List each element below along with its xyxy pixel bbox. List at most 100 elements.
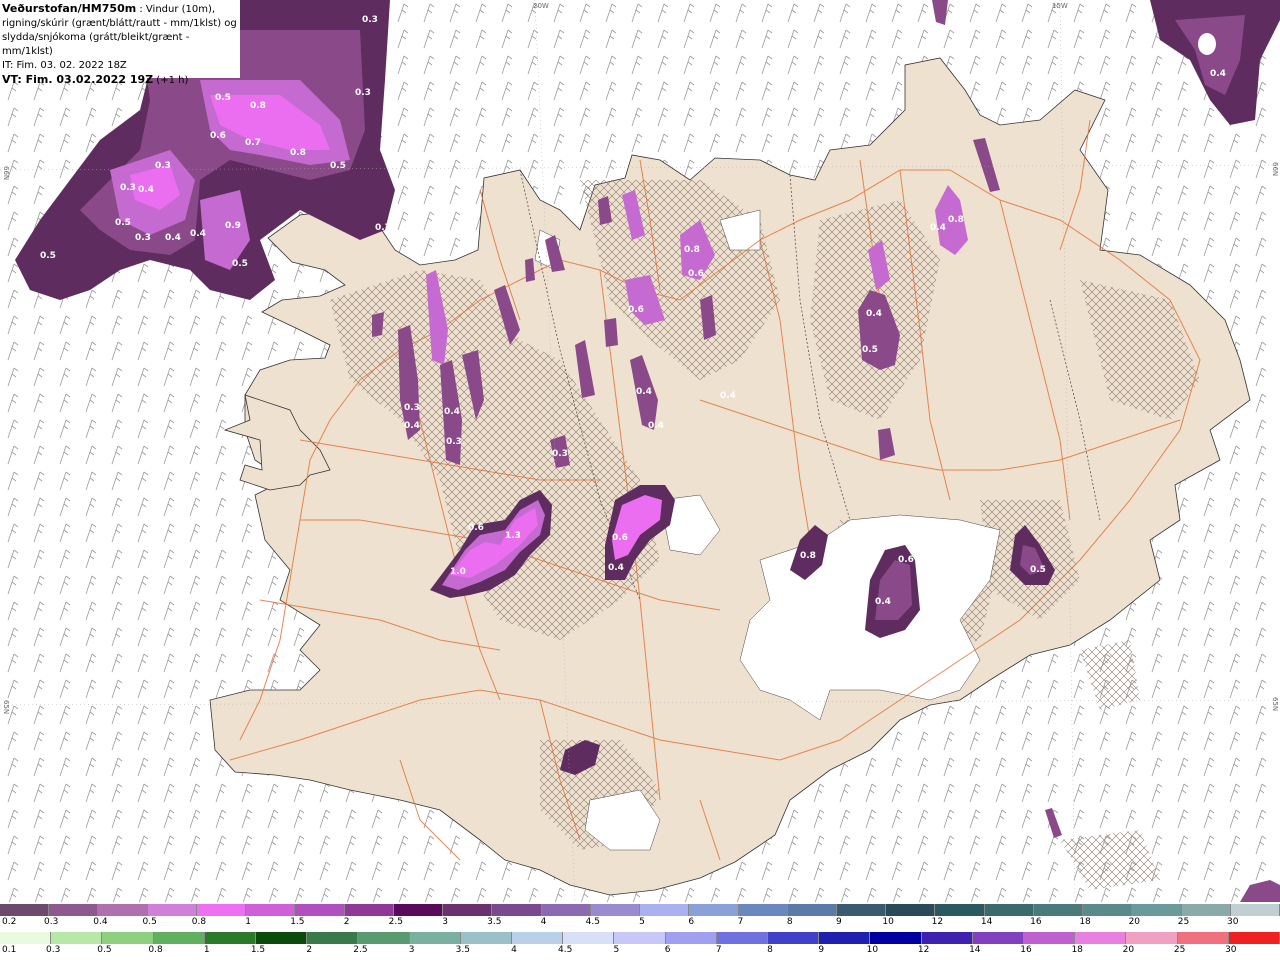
map-label: 1.3 — [505, 531, 521, 541]
scale-tick-label: 8 — [786, 917, 793, 927]
scale-tick-label: 25 — [1173, 945, 1186, 955]
scale-swatch — [738, 904, 788, 916]
scale-swatch — [153, 932, 205, 944]
scale-swatch — [819, 932, 871, 944]
valid-time: VT: Fim. 03.02.2022 19Z — [2, 73, 154, 86]
scale-tick-label: 8 — [767, 945, 773, 955]
map-label: 0.4 — [138, 185, 154, 195]
scale-swatch — [921, 932, 973, 944]
map-label: 0.4 — [190, 229, 206, 239]
scale-swatch — [935, 904, 985, 916]
map-label: 0.8 — [948, 215, 964, 225]
scale-tick-label: 0.3 — [44, 917, 59, 927]
scale-swatch — [1083, 904, 1133, 916]
map-label: 0.4 — [444, 407, 460, 417]
scale-tick-label: 0.2 — [2, 917, 17, 927]
map-label: 0.3 — [135, 233, 151, 243]
grid-label-right-66n: 66N — [1271, 162, 1279, 177]
map-label: 0.8 — [290, 148, 306, 158]
scale-tick-label: 6 — [688, 917, 695, 927]
map-label: 0.4 — [636, 387, 652, 397]
map-label: 0.9 — [225, 221, 241, 231]
scale-swatch — [295, 904, 345, 916]
map-label: 0.3 — [446, 437, 462, 447]
map-label: 0.5 — [330, 161, 346, 171]
scale-swatch — [409, 932, 461, 944]
scale-tick-label: 30 — [1225, 945, 1237, 955]
scale-tick-label: 0.8 — [148, 945, 163, 955]
scale-swatch — [870, 932, 922, 944]
map-label: 0.5 — [232, 259, 248, 269]
scale-tick-label: 1 — [245, 917, 252, 927]
map-label: 0.8 — [684, 245, 700, 255]
scale-tick-label: 0.3 — [46, 945, 61, 955]
scale-tick-label: 10 — [882, 917, 894, 927]
scale-swatch — [836, 904, 887, 916]
map-label: 0.4 — [165, 233, 181, 243]
scale-tick-label: 7 — [737, 917, 744, 927]
scale-swatch — [563, 932, 615, 944]
map-label: 0.4 — [875, 597, 891, 607]
scale-tick-label: 6 — [664, 945, 671, 955]
scale-swatch — [1230, 904, 1280, 916]
scale-tick-label: 1.5 — [290, 917, 305, 927]
map-label: 0.8 — [250, 101, 266, 111]
map-header: Veðurstofan/HM750m : Vindur (10m), rigni… — [0, 0, 240, 86]
scale-tick-label: 2.5 — [388, 917, 404, 927]
map-label: 0.6 — [898, 555, 914, 565]
scale-tick-label: 5 — [639, 917, 645, 927]
scale-swatch — [204, 932, 257, 944]
scale-tick-label: 2 — [343, 917, 350, 927]
map-label: 0.5 — [215, 93, 231, 103]
scale-tick-label: 4 — [511, 945, 517, 955]
scale-tick-label: 3 — [442, 917, 448, 927]
map-label: 0.3 — [120, 183, 136, 193]
scale-tick-label: 18 — [1071, 945, 1083, 955]
scale-swatch — [0, 904, 50, 916]
map-label: 0.5 — [1030, 565, 1046, 575]
description-line-1: : Vindur (10m), — [136, 4, 216, 15]
scale-swatch — [1132, 904, 1182, 916]
scale-tick-label: 3.5 — [487, 917, 502, 927]
scale-swatch — [358, 932, 410, 944]
map-label: 0.6 — [210, 131, 226, 141]
scale-tick-label: 0.1 — [2, 945, 17, 955]
map-label: 0.7 — [245, 138, 261, 148]
map-label: 0.4 — [1210, 69, 1226, 79]
scale-swatch — [460, 932, 513, 944]
scale-tick-label: 14 — [980, 917, 993, 927]
scale-swatch — [246, 904, 296, 916]
grid-label-left-65n: 65N — [2, 700, 10, 715]
scale-tick-label: 10 — [866, 945, 879, 955]
scale-swatch — [665, 932, 717, 944]
grid-label-right-65n: 65N — [1271, 697, 1279, 712]
grid-label-15w: 15W — [1052, 2, 1068, 10]
scale-swatch — [1181, 904, 1231, 916]
map-label: 0.4 — [866, 309, 882, 319]
scale-swatch — [393, 904, 444, 916]
scale-tick-label: 0.8 — [191, 917, 207, 927]
map-label: 0.4 — [608, 563, 624, 573]
scale-tick-label: 4.5 — [558, 945, 573, 955]
snow-scale-ticks: 0.2 0.3 0.4 0.5 0.8 1 1.5 2 2.5 3 3.5 4 4.5 5 6 7 8 9 10 12… — [0, 917, 1280, 931]
scale-tick-label: 4 — [540, 917, 547, 927]
scale-swatch — [689, 904, 739, 916]
map-label: 0.7 — [375, 223, 391, 233]
map-label: 0.5 — [40, 251, 56, 261]
scale-tick-label: 0.5 — [97, 945, 112, 955]
snow-color-scale — [0, 904, 1280, 918]
scale-swatch — [1024, 932, 1076, 944]
map-label: 0.3 — [355, 88, 371, 98]
scale-swatch — [1033, 904, 1084, 916]
scale-tick-label: 20 — [1122, 945, 1135, 955]
map-label: 0.4 — [404, 421, 420, 431]
scale-swatch — [49, 904, 99, 916]
scale-tick-label: 12 — [931, 917, 944, 927]
valid-time-offset: (+1 h) — [153, 75, 189, 86]
map-label: 0.6 — [628, 305, 644, 315]
map-label: 0.3 — [552, 449, 568, 459]
scale-swatch — [512, 932, 564, 944]
map-label: 0.6 — [688, 269, 704, 279]
scale-tick-label: 16 — [1020, 945, 1032, 955]
scale-tick-label: 20 — [1128, 917, 1141, 927]
